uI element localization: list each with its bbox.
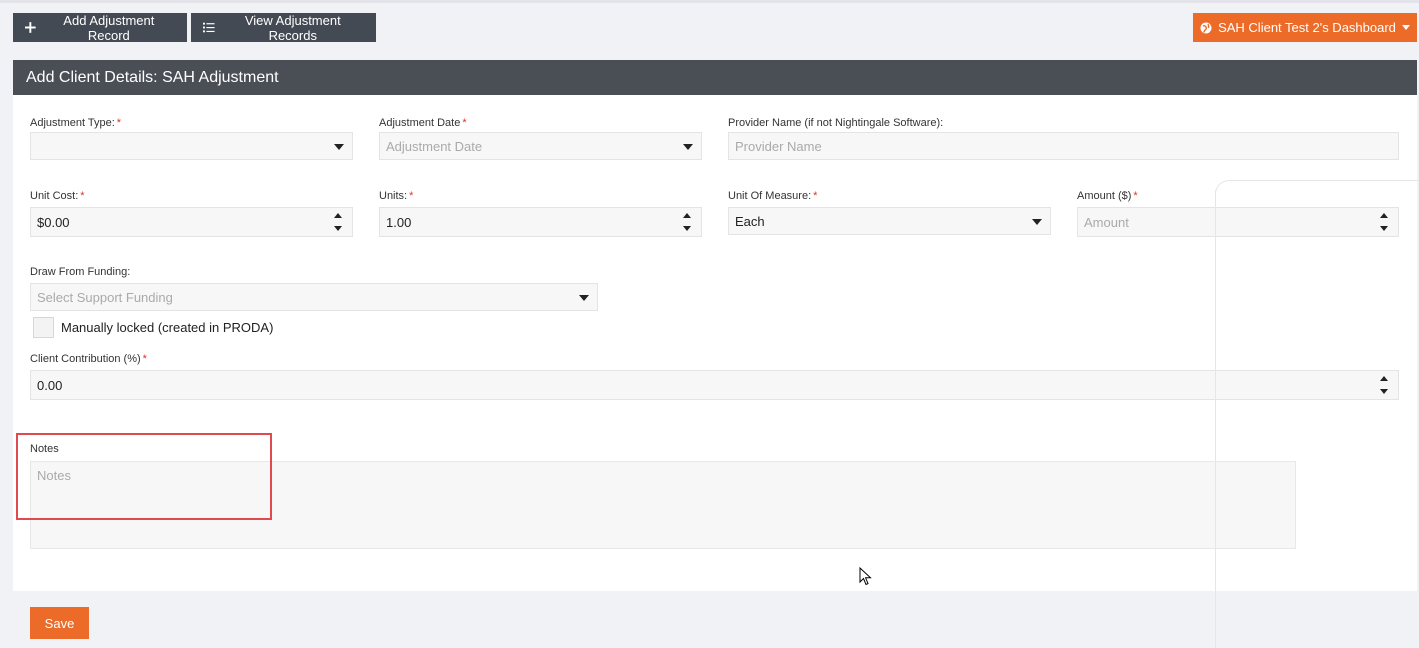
view-adjustment-records-button[interactable]: View Adjustment Records: [191, 12, 376, 43]
units-input[interactable]: 1.00: [379, 207, 702, 237]
chevron-down-icon[interactable]: [683, 226, 691, 231]
top-border: [0, 0, 1419, 3]
manually-locked-label: Manually locked (created in PRODA): [61, 320, 274, 335]
overlay-outline-edge: [1215, 190, 1216, 648]
plus-icon: [25, 22, 36, 33]
notes-label: Notes: [30, 443, 59, 455]
chevron-down-icon[interactable]: [334, 226, 342, 231]
amount-input[interactable]: Amount: [1077, 207, 1399, 237]
chevron-up-icon[interactable]: [1380, 213, 1388, 218]
units-label: Units: *: [379, 190, 414, 202]
manually-locked-checkbox[interactable]: [33, 317, 54, 338]
panel-header: Add Client Details: SAH Adjustment: [13, 60, 1417, 95]
globe-icon: [1200, 22, 1212, 33]
mouse-cursor-icon: [859, 567, 872, 586]
provider-name-label: Provider Name (if not Nightingale Softwa…: [728, 117, 944, 129]
adjustment-date-label: Adjustment Date *: [379, 117, 467, 129]
form-footer: [13, 591, 1417, 648]
save-button[interactable]: Save: [30, 607, 89, 639]
chevron-down-icon: [579, 295, 589, 301]
amount-label: Amount ($) *: [1077, 190, 1138, 202]
dashboard-label: SAH Client Test 2's Dashboard: [1218, 20, 1396, 35]
chevron-down-icon: [334, 144, 344, 150]
unit-of-measure-label: Unit Of Measure: *: [728, 190, 818, 202]
list-icon: [203, 22, 215, 33]
chevron-down-icon: [1032, 219, 1042, 225]
chevron-down-icon[interactable]: [1380, 389, 1388, 394]
view-adjustment-records-label: View Adjustment Records: [244, 12, 341, 43]
adjustment-date-select[interactable]: Adjustment Date: [379, 132, 702, 160]
client-contribution-label: Client Contribution (%) *: [30, 353, 147, 365]
add-adjustment-record-button[interactable]: Add Adjustment Record: [13, 12, 187, 43]
number-spinner[interactable]: [1380, 212, 1390, 232]
chevron-down-icon[interactable]: [1380, 226, 1388, 231]
unit-cost-input[interactable]: $0.00: [30, 207, 353, 237]
adjustment-type-label: Adjustment Type: *: [30, 117, 122, 129]
client-dashboard-dropdown[interactable]: SAH Client Test 2's Dashboard: [1193, 13, 1417, 42]
chevron-down-icon: [1401, 25, 1410, 30]
provider-name-input[interactable]: Provider Name: [728, 132, 1399, 160]
unit-of-measure-select[interactable]: Each: [728, 207, 1051, 235]
chevron-up-icon[interactable]: [334, 213, 342, 218]
unit-cost-label: Unit Cost: *: [30, 190, 85, 202]
draw-from-funding-select[interactable]: Select Support Funding: [30, 283, 598, 311]
number-spinner[interactable]: [334, 212, 344, 232]
page-title: Add Client Details: SAH Adjustment: [26, 68, 279, 86]
add-adjustment-record-label: Add Adjustment Record: [63, 12, 155, 43]
number-spinner[interactable]: [683, 212, 693, 232]
chevron-up-icon[interactable]: [683, 213, 691, 218]
number-spinner[interactable]: [1380, 375, 1390, 395]
draw-from-funding-label: Draw From Funding:: [30, 266, 131, 278]
overlay-outline: [1215, 180, 1419, 210]
chevron-up-icon[interactable]: [1380, 376, 1388, 381]
adjustment-type-select[interactable]: [30, 132, 353, 160]
client-contribution-input[interactable]: 0.00: [30, 370, 1399, 400]
chevron-down-icon: [683, 144, 693, 150]
notes-textarea[interactable]: [30, 461, 1296, 549]
